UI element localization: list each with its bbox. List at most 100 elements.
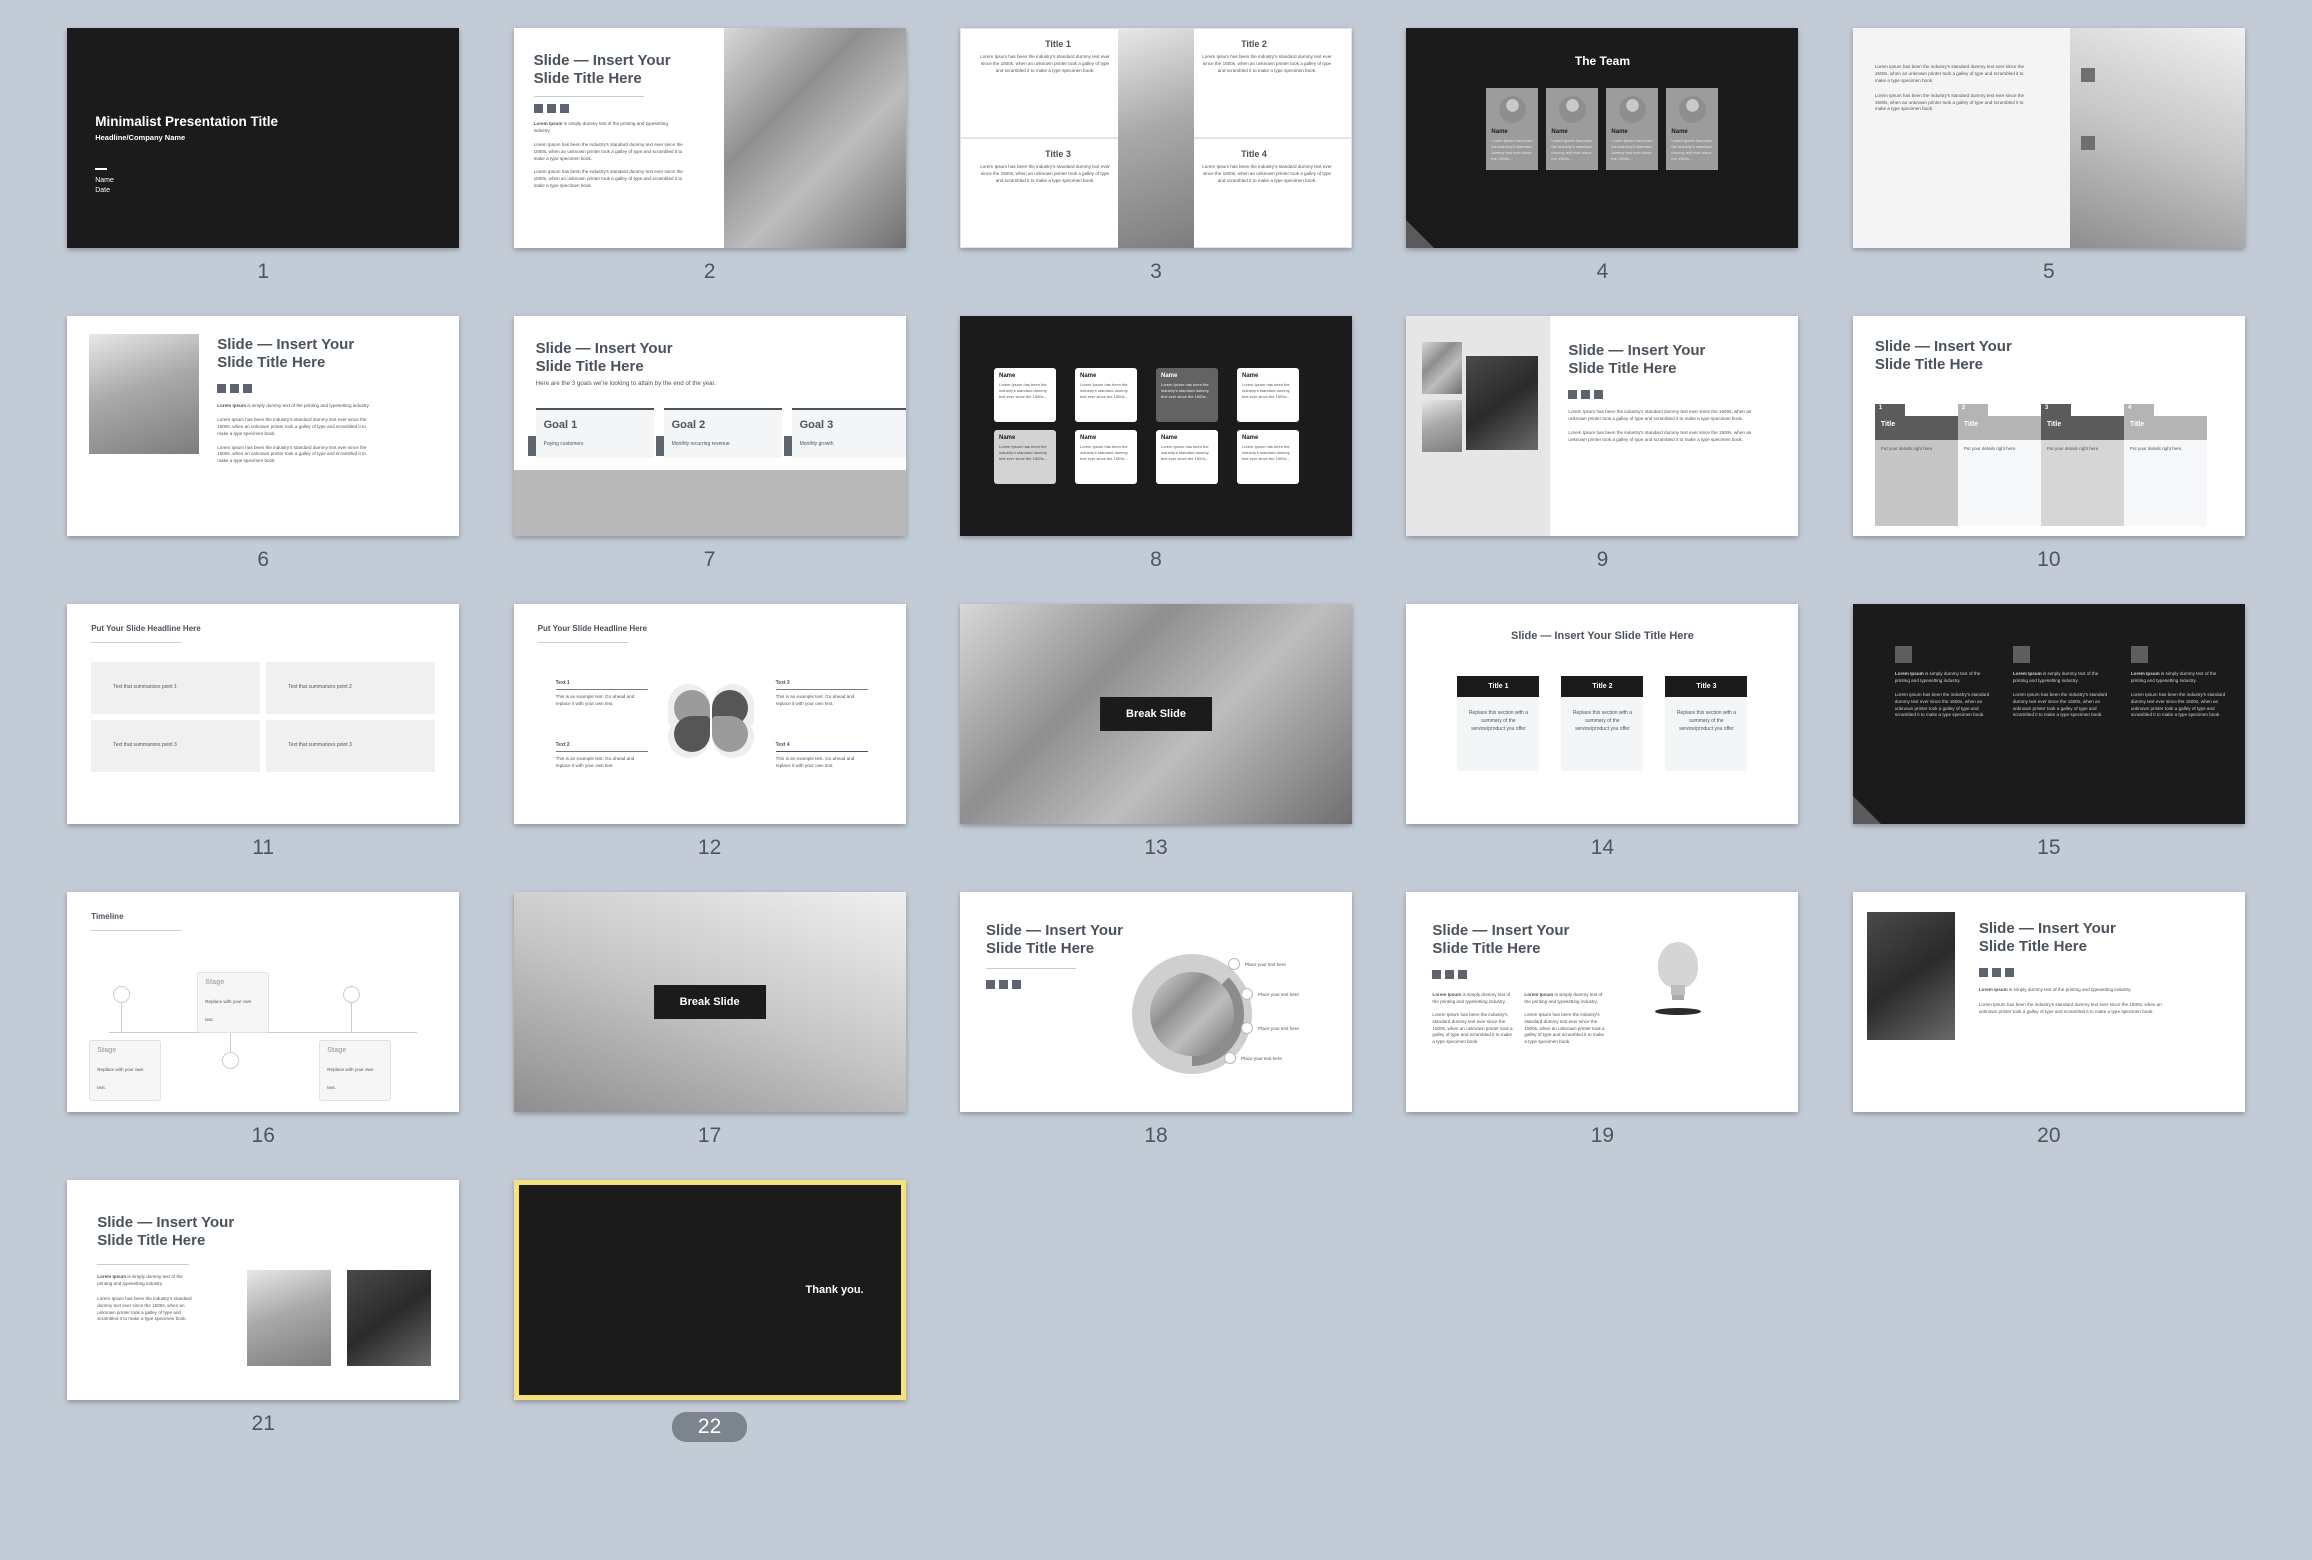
slide-thumbnail-20[interactable]: Slide — Insert Your Slide Title Here Lor… bbox=[1852, 892, 2245, 1112]
gray-band bbox=[513, 470, 906, 536]
three-squares-icon bbox=[1432, 970, 1468, 979]
callout-2: Place your text here bbox=[1241, 988, 1299, 1000]
slide-thumbnail-21[interactable]: Slide — Insert Your Slide Title Here Lor… bbox=[67, 1180, 460, 1400]
slide-thumbnail-11[interactable]: Put Your Slide Headline Here Text that s… bbox=[67, 604, 460, 824]
slide-cell-5[interactable]: Lorem Ipsum has been the industry's stan… bbox=[1826, 28, 2272, 284]
slide-thumbnail-10[interactable]: Slide — Insert Your Slide Title Here 1 T… bbox=[1852, 316, 2245, 536]
lightbulb-icon bbox=[1658, 942, 1699, 988]
goal-cards: Goal 1 Paying customers Goal 2 Monthly r… bbox=[527, 408, 906, 458]
goal-label: Goal 2 bbox=[671, 419, 706, 431]
timeline-node bbox=[343, 986, 361, 1003]
slide-thumbnail-6[interactable]: Slide — Insert Your Slide Title Here Lor… bbox=[67, 316, 460, 536]
slide-thumbnail-3[interactable]: Title 1 Lorem Ipsum has been the industr… bbox=[960, 28, 1353, 248]
member-name: Name bbox=[1671, 129, 1688, 135]
slide-cell-13[interactable]: Break Slide 13 bbox=[933, 604, 1379, 860]
slide-title: Slide — Insert Your Slide Title Here bbox=[986, 922, 1123, 957]
timeline-stage-1: Stage Replace with your own text. bbox=[89, 1040, 162, 1101]
slide-cell-16[interactable]: Timeline Stage Replace with your own tex… bbox=[40, 892, 486, 1148]
slide-cell-14[interactable]: Slide — Insert Your Slide Title Here Tit… bbox=[1379, 604, 1825, 860]
column-tag: 3 bbox=[2040, 404, 2071, 416]
slide-cell-8[interactable]: Name Lorem Ipsum has been the industry's … bbox=[933, 316, 1379, 572]
slide-title: Slide — Insert Your Slide Title Here bbox=[217, 336, 355, 371]
man-beard-avatar bbox=[1498, 96, 1526, 123]
slide-thumbnail-2[interactable]: Slide — Insert Your Slide Title Here Lor… bbox=[513, 28, 906, 248]
slide-cell-22[interactable]: Thank you. 22 bbox=[486, 1180, 932, 1442]
quadrant-body: Lorem Ipsum has been the industry's stan… bbox=[1202, 54, 1332, 73]
slide-number-16: 16 bbox=[251, 1124, 275, 1147]
timeline-stage-2: Stage Replace with your own text. bbox=[197, 972, 270, 1033]
goal-label: Goal 3 bbox=[799, 419, 834, 431]
slide-cell-18[interactable]: Slide — Insert Your Slide Title Here Pla… bbox=[933, 892, 1379, 1148]
slide-thumbnail-17[interactable]: Break Slide bbox=[513, 892, 906, 1112]
title-cards: Title 1 Replace this section with a summ… bbox=[1406, 676, 1798, 771]
white-desk-lamp-photo bbox=[2069, 28, 2245, 248]
column-1: Lorem Ipsum is simply dummy text of the … bbox=[1432, 992, 1513, 1045]
slide-cell-6[interactable]: Slide — Insert Your Slide Title Here Lor… bbox=[40, 316, 486, 572]
goal-description: Paying customers bbox=[543, 441, 584, 447]
slide-cell-11[interactable]: Put Your Slide Headline Here Text that s… bbox=[40, 604, 486, 860]
name-card-grid: Name Lorem Ipsum has been the industry's … bbox=[994, 368, 1300, 484]
slide-thumbnail-9[interactable]: Slide — Insert Your Slide Title Here Lor… bbox=[1406, 316, 1799, 536]
slide-cell-3[interactable]: Title 1 Lorem Ipsum has been the industr… bbox=[933, 28, 1379, 284]
team-member-card: Name Lorem Ipsum has been the industry's… bbox=[1486, 88, 1539, 170]
man-red-shirt-avatar bbox=[1618, 96, 1646, 123]
tab-column-4: 4 Title Put your details right here. bbox=[2123, 404, 2207, 526]
slide-thumbnail-5[interactable]: Lorem Ipsum has been the industry's stan… bbox=[1852, 28, 2245, 248]
slide-number-13: 13 bbox=[1144, 836, 1168, 859]
slide-cell-15[interactable]: Lorem Ipsum is simply dummy text of the … bbox=[1826, 604, 2272, 860]
slide-cell-12[interactable]: Put Your Slide Headline Here Text 1 This… bbox=[486, 604, 932, 860]
slide-number-12: 12 bbox=[697, 836, 722, 859]
slide-title: Slide — Insert Your Slide Title Here bbox=[1432, 922, 1570, 957]
name-card: Name Lorem Ipsum has been the industry's … bbox=[1237, 430, 1300, 484]
slide-thumbnail-18[interactable]: Slide — Insert Your Slide Title Here Pla… bbox=[960, 892, 1353, 1112]
team-cards: Name Lorem Ipsum has been the industry's… bbox=[1406, 88, 1798, 170]
callout-dot bbox=[1228, 958, 1241, 970]
slide-thumbnail-12[interactable]: Put Your Slide Headline Here Text 1 This… bbox=[513, 604, 906, 824]
member-bio: Lorem Ipsum has been the industry's stan… bbox=[1491, 138, 1533, 161]
slide-thumbnail-1[interactable]: Minimalist Presentation Title Headline/C… bbox=[67, 28, 460, 248]
summary-box: Text that summarizes point 3 bbox=[266, 720, 436, 772]
placeholder-square-icon bbox=[2012, 646, 2030, 663]
headline-rule bbox=[537, 642, 628, 643]
lightbulb-shadow bbox=[1655, 1008, 1702, 1015]
lead-bold: Lorem Ipsum bbox=[217, 403, 247, 408]
slide-thumbnail-16[interactable]: Timeline Stage Replace with your own tex… bbox=[67, 892, 460, 1112]
card-title: Title 1 bbox=[1457, 676, 1540, 697]
slide-thumbnail-13[interactable]: Break Slide bbox=[960, 604, 1353, 824]
slide-cell-17[interactable]: Break Slide 17 bbox=[486, 892, 932, 1148]
slide-title: Slide — Insert Your Slide Title Here bbox=[533, 52, 671, 87]
slide-number-17: 17 bbox=[697, 1124, 722, 1147]
slide-cell-19[interactable]: Slide — Insert Your Slide Title Here Lor… bbox=[1379, 892, 1825, 1148]
slide-thumbnail-7[interactable]: Slide — Insert Your Slide Title Here Her… bbox=[513, 316, 906, 536]
slide-cell-1[interactable]: Minimalist Presentation Title Headline/C… bbox=[40, 28, 486, 284]
slide-title: Slide — Insert Your Slide Title Here bbox=[1511, 630, 1694, 642]
column-tag: 1 bbox=[1874, 404, 1905, 416]
slide-cell-7[interactable]: Slide — Insert Your Slide Title Here Her… bbox=[486, 316, 932, 572]
slide-thumbnail-14[interactable]: Slide — Insert Your Slide Title Here Tit… bbox=[1406, 604, 1799, 824]
member-bio: Lorem Ipsum has been the industry's stan… bbox=[1611, 138, 1653, 161]
team-title: The Team bbox=[1574, 54, 1630, 68]
slide-cell-10[interactable]: Slide — Insert Your Slide Title Here 1 T… bbox=[1826, 316, 2272, 572]
perspective-grid-corridor-photo bbox=[89, 334, 200, 454]
timeline-stem bbox=[121, 1003, 123, 1032]
slide-cell-21[interactable]: Slide — Insert Your Slide Title Here Lor… bbox=[40, 1180, 486, 1442]
name-card: Name Lorem Ipsum has been the industry's … bbox=[1156, 368, 1219, 422]
slide-cell-2[interactable]: Slide — Insert Your Slide Title Here Lor… bbox=[486, 28, 932, 284]
goal-description: Monthly growth bbox=[799, 441, 834, 447]
slide-thumbnail-8[interactable]: Name Lorem Ipsum has been the industry's … bbox=[960, 316, 1353, 536]
thank-you-message: Thank you. bbox=[805, 1284, 864, 1296]
callout-dot bbox=[1224, 1052, 1237, 1064]
card-title: Title 2 bbox=[1561, 676, 1644, 697]
three-squares-icon bbox=[533, 104, 684, 113]
slide-thumbnail-19[interactable]: Slide — Insert Your Slide Title Here Lor… bbox=[1406, 892, 1799, 1112]
slide-number-3: 3 bbox=[1150, 260, 1162, 283]
slide-thumbnail-15[interactable]: Lorem Ipsum is simply dummy text of the … bbox=[1852, 604, 2245, 824]
slide-cell-9[interactable]: Slide — Insert Your Slide Title Here Lor… bbox=[1379, 316, 1825, 572]
tab-table: 1 Title Put your details right here. 2 T… bbox=[1874, 404, 2207, 526]
slide-thumbnail-22[interactable]: Thank you. bbox=[513, 1180, 906, 1400]
slide-thumbnail-4[interactable]: The Team Name Lorem Ipsum has been the i… bbox=[1406, 28, 1799, 248]
slide-cell-20[interactable]: Slide — Insert Your Slide Title Here Lor… bbox=[1826, 892, 2272, 1148]
slide-number-18: 18 bbox=[1144, 1124, 1168, 1147]
slide-cell-4[interactable]: The Team Name Lorem Ipsum has been the i… bbox=[1379, 28, 1825, 284]
square-accent bbox=[2080, 68, 2095, 82]
